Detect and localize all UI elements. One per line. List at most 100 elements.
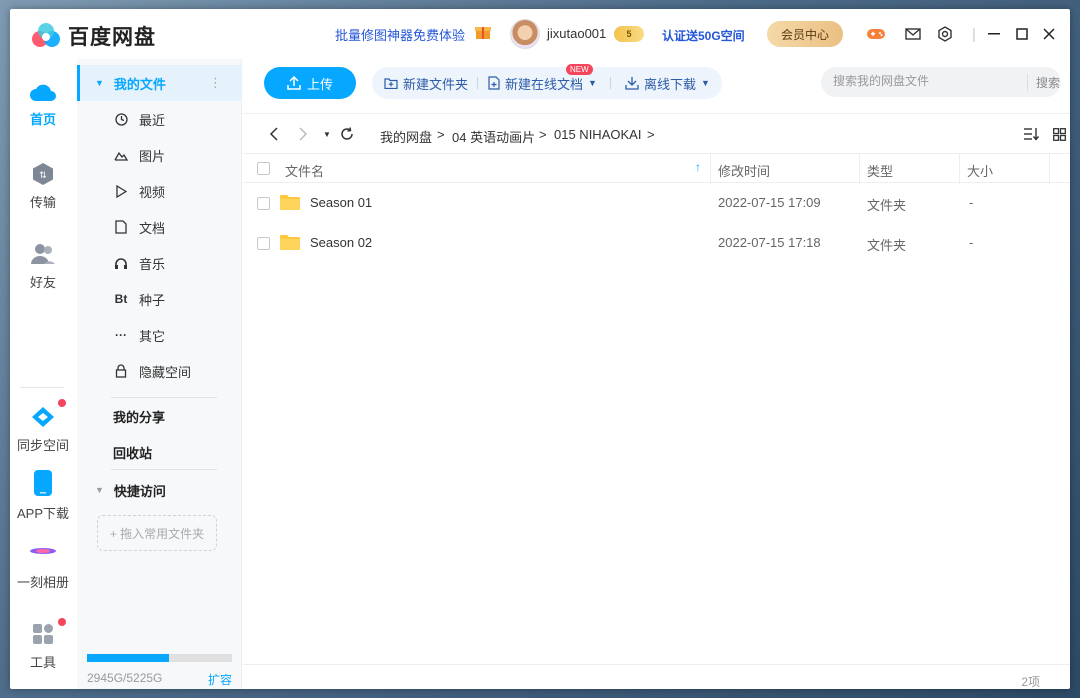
friends-icon bbox=[31, 244, 55, 264]
sidebar-item-hidden-space[interactable]: 隐藏空间 bbox=[77, 353, 242, 389]
breadcrumb-item[interactable]: 04 英语动画片 bbox=[452, 127, 535, 146]
tools-icon bbox=[33, 624, 53, 644]
minimize-icon[interactable] bbox=[982, 22, 1006, 46]
main-content: 上传 新建文件夹 新建在线文档 ▼ NEW 离线下载 ▼ 搜索我的网盘文件 搜索… bbox=[243, 59, 1070, 689]
rail-item-tools[interactable]: 工具 bbox=[10, 618, 76, 671]
game-icon[interactable] bbox=[866, 24, 886, 44]
storage-quota-bar bbox=[87, 654, 232, 662]
app-window: 百度网盘 批量修图神器免费体验 jixutao001 5 认证送50G空间 会员… bbox=[10, 9, 1070, 689]
new-folder-button[interactable]: 新建文件夹 bbox=[384, 67, 468, 99]
rail-label: 传输 bbox=[29, 195, 56, 210]
sidebar-item-label: 我的文件 bbox=[113, 76, 166, 92]
sort-ascending-icon[interactable]: ↑ bbox=[695, 160, 701, 174]
rail-item-home[interactable]: 首页 bbox=[10, 81, 76, 128]
sidebar-item-video[interactable]: 视频 bbox=[77, 173, 242, 209]
settings-gear-icon[interactable] bbox=[935, 24, 955, 44]
clock-icon bbox=[113, 111, 129, 127]
rail-item-album[interactable]: 一刻相册 bbox=[10, 544, 76, 591]
rail-item-friends[interactable]: 好友 bbox=[10, 242, 76, 291]
search-input[interactable] bbox=[833, 74, 1013, 88]
phone-icon bbox=[34, 470, 52, 496]
rail-item-sync[interactable]: 同步空间 bbox=[10, 399, 76, 454]
username[interactable]: jixutao001 bbox=[547, 26, 606, 41]
file-type: 文件夹 bbox=[867, 238, 907, 253]
promo-link[interactable]: 批量修图神器免费体验 bbox=[335, 25, 465, 44]
row-checkbox[interactable] bbox=[257, 237, 270, 250]
sidebar-item-torrents[interactable]: Bt 种子 bbox=[77, 281, 242, 317]
offline-download-button[interactable]: 离线下载 ▼ bbox=[625, 67, 710, 99]
rail-item-app-download[interactable]: APP下载 bbox=[10, 469, 76, 522]
column-header-modified[interactable]: 修改时间 bbox=[718, 161, 770, 180]
select-all-checkbox[interactable] bbox=[257, 162, 270, 175]
verify-link[interactable]: 认证送50G空间 bbox=[662, 27, 745, 44]
rail-label: 同步空间 bbox=[16, 438, 69, 453]
search-box: 搜索 bbox=[821, 67, 1061, 97]
upload-icon bbox=[287, 76, 301, 90]
sidebar-item-others[interactable]: ··· 其它 bbox=[77, 317, 242, 353]
vip-center-button[interactable]: 会员中心 bbox=[767, 21, 843, 47]
column-header-name[interactable]: 文件名 bbox=[285, 161, 324, 180]
table-row[interactable]: Season 02 2022-07-15 17:18 文件夹 - bbox=[243, 223, 1070, 263]
history-dropdown-icon[interactable]: ▼ bbox=[319, 126, 335, 142]
column-header-size[interactable]: 大小 bbox=[967, 161, 993, 180]
rail-label: 一刻相册 bbox=[16, 575, 69, 590]
sidebar-item-recent[interactable]: 最近 bbox=[77, 101, 242, 137]
rail-item-transfer[interactable]: ⇅ 传输 bbox=[10, 162, 76, 211]
new-folder-label: 新建文件夹 bbox=[403, 76, 469, 92]
mail-icon[interactable] bbox=[903, 24, 923, 44]
download-icon bbox=[625, 77, 639, 90]
gift-icon[interactable] bbox=[474, 23, 492, 41]
forward-arrow-icon[interactable] bbox=[295, 126, 311, 142]
sidebar-item-music[interactable]: 音乐 bbox=[77, 245, 242, 281]
sidebar-item-recycle-bin[interactable]: 回收站 bbox=[77, 434, 242, 470]
rail-label: APP下载 bbox=[16, 506, 69, 521]
upload-button[interactable]: 上传 bbox=[264, 67, 356, 99]
document-icon bbox=[113, 219, 129, 235]
sidebar-item-my-files[interactable]: ▼ 我的文件 ⋮ bbox=[77, 65, 242, 101]
file-modified: 2022-07-15 17:18 bbox=[718, 235, 821, 250]
avatar[interactable] bbox=[510, 19, 540, 49]
app-logo[interactable]: 百度网盘 bbox=[30, 21, 156, 51]
sidebar-item-label: 最近 bbox=[139, 112, 166, 128]
sidebar-item-my-share[interactable]: 我的分享 bbox=[77, 398, 242, 434]
sidebar-item-label: 种子 bbox=[139, 292, 166, 308]
folder-icon bbox=[280, 235, 300, 250]
refresh-icon[interactable] bbox=[339, 126, 355, 142]
maximize-icon[interactable] bbox=[1010, 22, 1034, 46]
back-arrow-icon[interactable] bbox=[266, 126, 282, 142]
grid-view-icon[interactable] bbox=[1051, 126, 1067, 142]
expand-storage-link[interactable]: 扩容 bbox=[208, 671, 232, 688]
search-button[interactable]: 搜索 bbox=[1027, 74, 1060, 91]
caret-down-icon: ▼ bbox=[95, 78, 104, 88]
breadcrumb-item[interactable]: 我的网盘 bbox=[380, 127, 432, 146]
close-icon[interactable] bbox=[1037, 22, 1061, 46]
sidebar-item-label: 文档 bbox=[139, 220, 166, 236]
svg-text:⇅: ⇅ bbox=[39, 171, 47, 181]
transfer-icon: ⇅ bbox=[33, 163, 53, 185]
file-name[interactable]: Season 02 bbox=[310, 235, 372, 250]
sort-icon[interactable] bbox=[1023, 126, 1039, 142]
breadcrumb-item[interactable]: 015 NIHAOKAI bbox=[554, 127, 641, 142]
sidebar-item-label: 音乐 bbox=[139, 256, 166, 272]
column-header-type[interactable]: 类型 bbox=[867, 161, 893, 180]
sidebar-item-label: 视频 bbox=[139, 184, 166, 200]
breadcrumb-separator: > bbox=[437, 127, 445, 142]
more-vertical-icon[interactable]: ⋮ bbox=[209, 75, 222, 91]
sync-icon bbox=[32, 407, 54, 427]
baidu-netdisk-logo-icon bbox=[32, 23, 60, 47]
sidebar-item-label: 其它 bbox=[139, 328, 166, 344]
sidebar-item-documents[interactable]: 文档 bbox=[77, 209, 242, 245]
chevron-down-icon: ▼ bbox=[701, 78, 710, 88]
status-footer: 2项 bbox=[243, 664, 1070, 689]
drag-folder-dropzone[interactable]: + 拖入常用文件夹 bbox=[97, 515, 217, 551]
file-name[interactable]: Season 01 bbox=[310, 195, 372, 210]
row-checkbox[interactable] bbox=[257, 197, 270, 210]
sidebar-item-images[interactable]: 图片 bbox=[77, 137, 242, 173]
level-badge: 5 bbox=[614, 26, 644, 42]
app-name: 百度网盘 bbox=[68, 26, 156, 49]
level-value: 5 bbox=[626, 29, 632, 39]
table-row[interactable]: Season 01 2022-07-15 17:09 文件夹 - bbox=[243, 183, 1070, 223]
more-icon: ··· bbox=[115, 328, 127, 342]
divider: | bbox=[972, 25, 976, 43]
sidebar-item-quick-access[interactable]: ▼ 快捷访问 bbox=[77, 472, 242, 508]
